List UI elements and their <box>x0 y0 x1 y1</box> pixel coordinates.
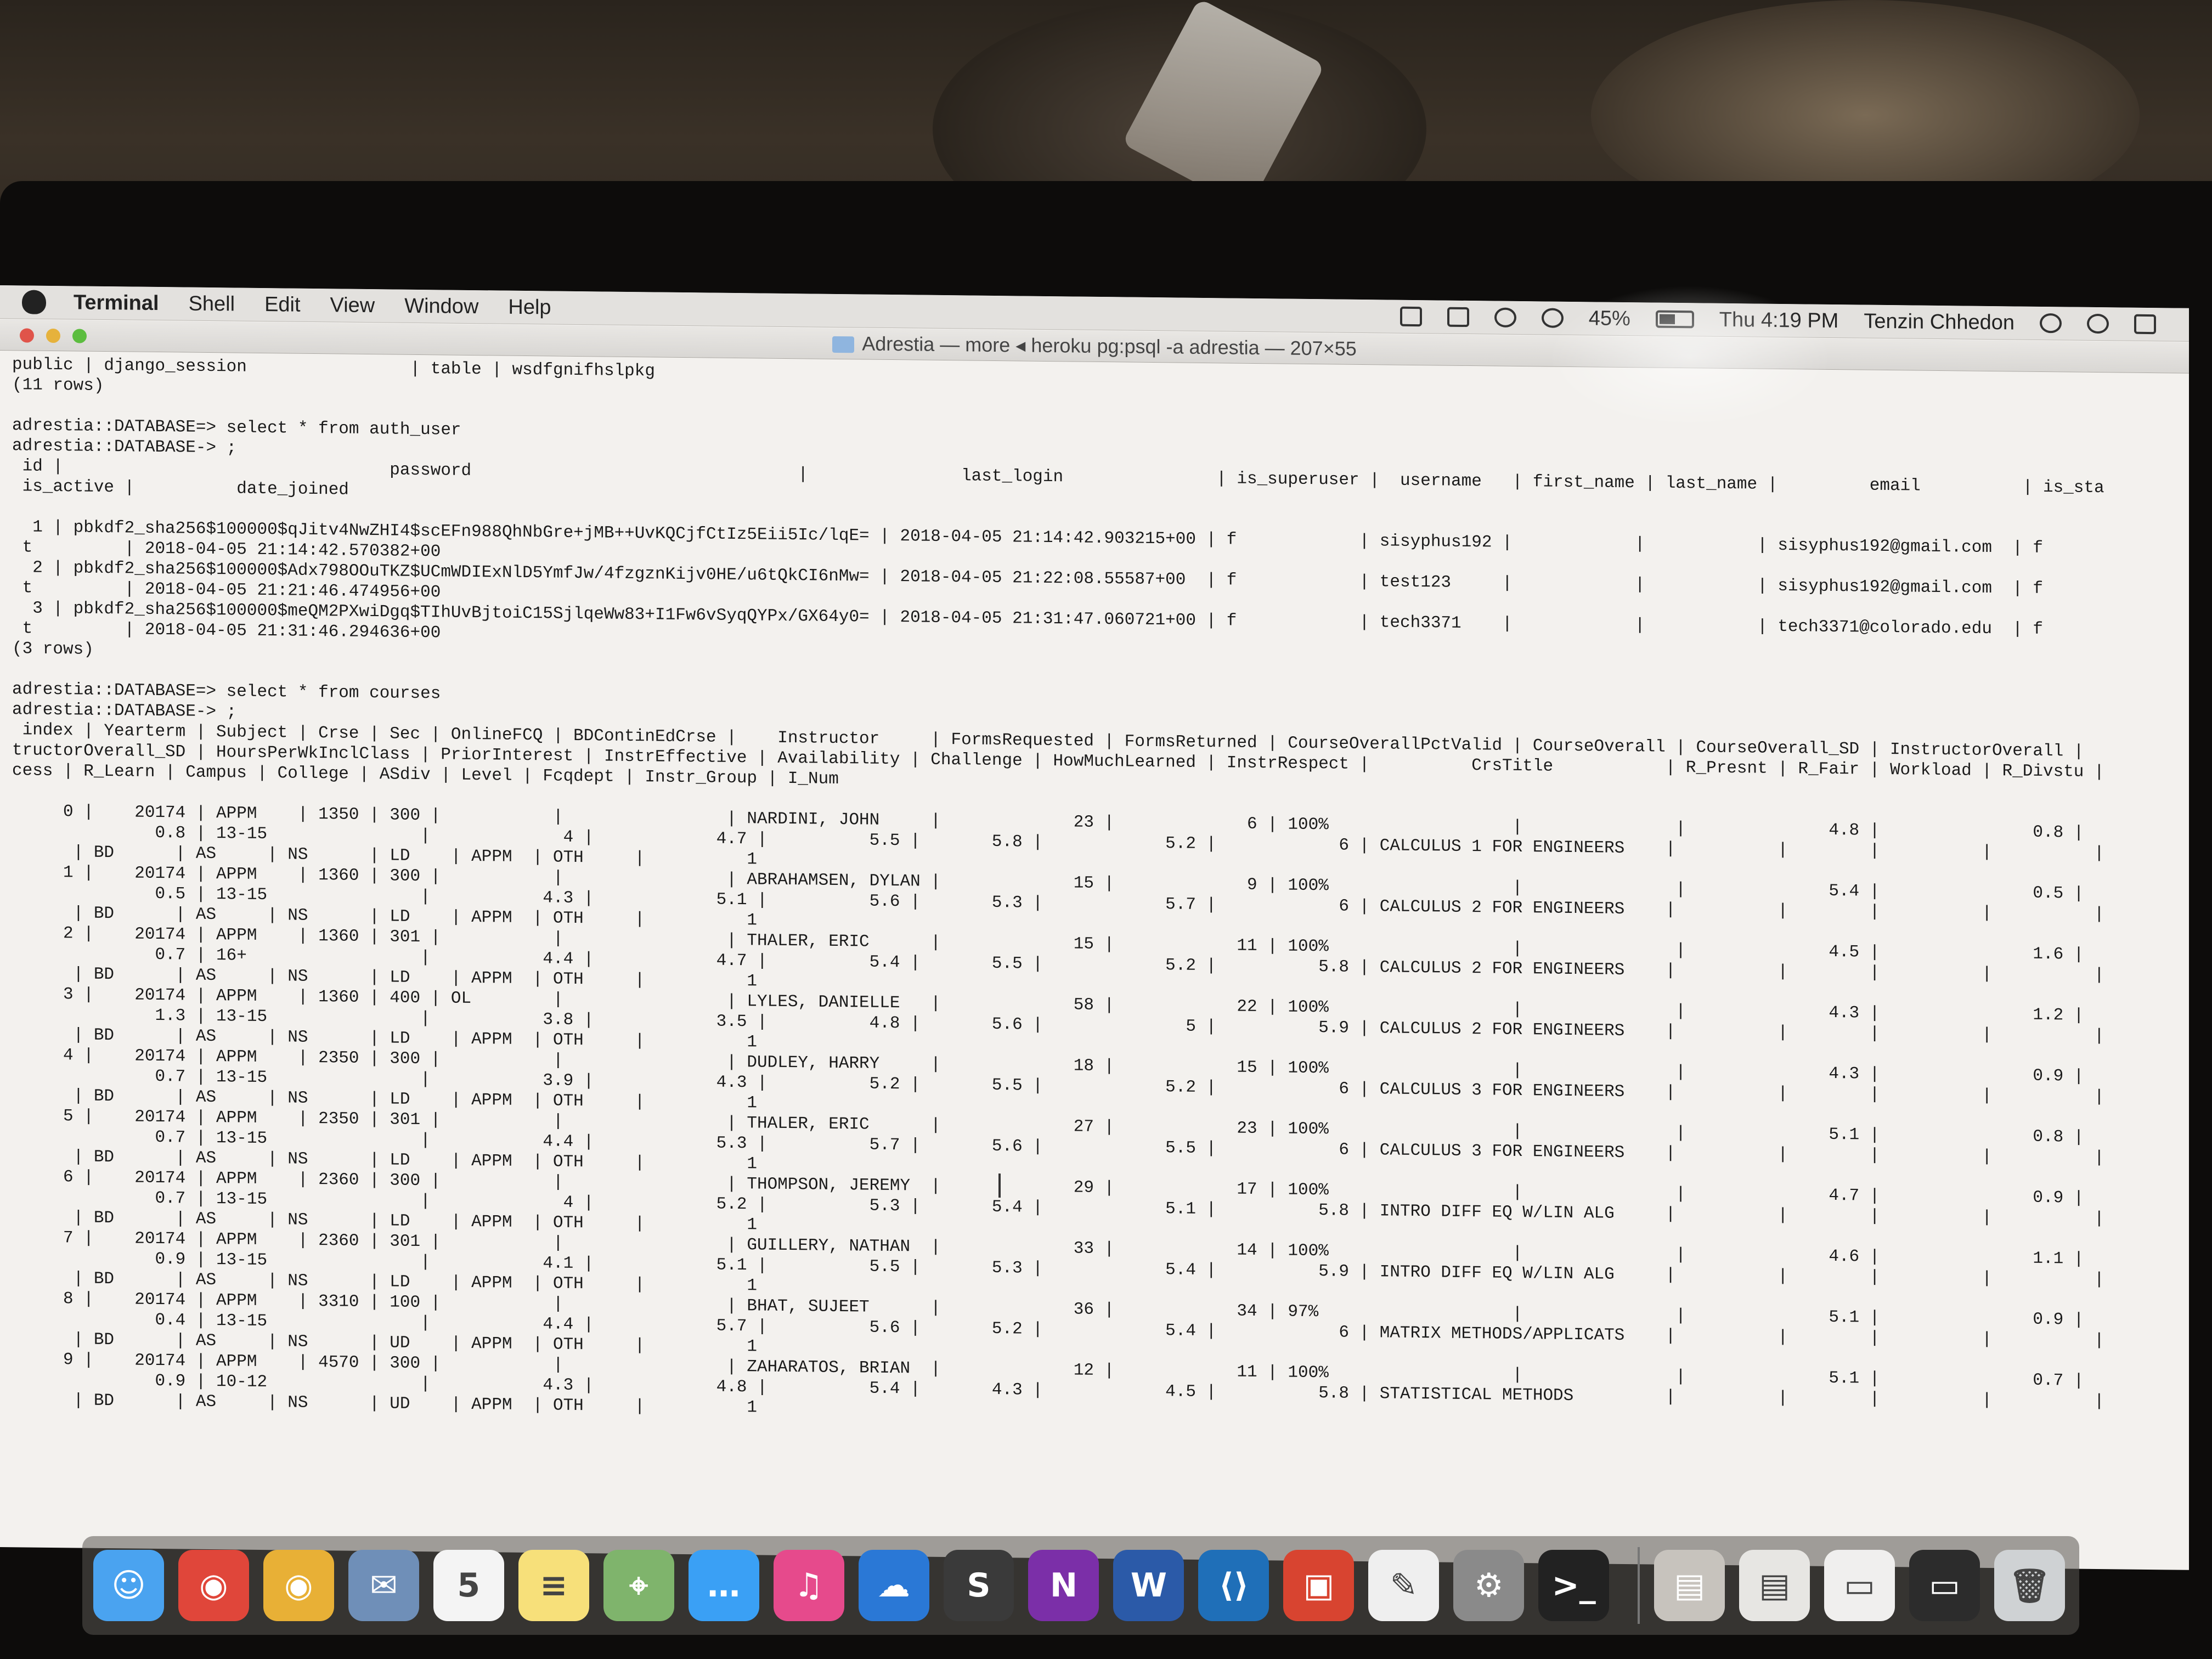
user-name[interactable]: Tenzin Chhedon <box>1864 309 2015 335</box>
folder-icon <box>832 336 855 353</box>
zoom-button[interactable] <box>72 329 87 343</box>
dock-chrome-icon[interactable]: ◉ <box>178 1550 249 1621</box>
dock-messages-icon[interactable]: … <box>688 1550 759 1621</box>
dock-word-icon[interactable]: W <box>1113 1550 1184 1621</box>
dock-system-preferences-icon[interactable]: ⚙ <box>1453 1550 1525 1621</box>
dock-calendar-icon[interactable]: 5 <box>433 1550 504 1621</box>
dock-preview-window-icon[interactable]: ▭ <box>1824 1550 1895 1621</box>
dock-finder-icon[interactable]: ☺ <box>93 1550 164 1621</box>
clock[interactable]: Thu 4:19 PM <box>1719 308 1839 332</box>
dock-trash-icon[interactable]: 🗑 <box>1994 1550 2065 1621</box>
menu-item-shell[interactable]: Shell <box>189 292 235 316</box>
dock-terminal-icon[interactable]: >_ <box>1538 1550 1610 1621</box>
dock-notes-icon[interactable]: ≡ <box>518 1550 589 1621</box>
dock-preview-icon[interactable]: ✉ <box>348 1550 419 1621</box>
laptop-screen: Terminal Shell Edit View Window Help 45%… <box>0 285 2189 1570</box>
battery-percent[interactable]: 45% <box>1589 307 1630 331</box>
apple-menu-icon[interactable] <box>22 290 46 314</box>
dropbox-icon[interactable] <box>1447 307 1469 328</box>
dock-maps-icon[interactable]: ⌖ <box>603 1550 674 1621</box>
dock-onenote-icon[interactable]: N <box>1028 1550 1099 1621</box>
menu-item-edit[interactable]: Edit <box>264 293 300 317</box>
dock-documents-icon[interactable]: ▤ <box>1654 1550 1725 1621</box>
dock-remote-desktop-icon[interactable]: ▣ <box>1283 1550 1355 1621</box>
terminal-output[interactable]: public | django_session | table | wsdfgn… <box>12 354 2179 1556</box>
dock-vs-code-icon[interactable]: ⟨⟩ <box>1198 1550 1269 1621</box>
dock-downloads-icon[interactable]: ▤ <box>1739 1550 1810 1621</box>
close-button[interactable] <box>20 328 34 343</box>
dock-separator <box>1638 1547 1640 1624</box>
dock-textedit-icon[interactable]: ✎ <box>1368 1550 1440 1621</box>
minimize-button[interactable] <box>46 328 60 343</box>
spotlight-search-icon[interactable] <box>2040 313 2062 334</box>
dock-terminal-window-icon[interactable]: ▭ <box>1909 1550 1980 1621</box>
siri-icon[interactable] <box>2087 313 2109 334</box>
dock-onedrive-icon[interactable]: ☁ <box>858 1550 929 1621</box>
notification-center-icon[interactable] <box>2134 314 2156 335</box>
text-cursor-icon <box>998 1173 1001 1198</box>
menu-app-name[interactable]: Terminal <box>74 291 159 315</box>
menu-item-window[interactable]: Window <box>404 294 478 318</box>
battery-icon[interactable] <box>1655 310 1694 329</box>
dock-sublime-text-icon[interactable]: S <box>943 1550 1014 1621</box>
window-title: Adrestia — more ◂ heroku pg:psql -a adre… <box>862 332 1357 360</box>
wifi-icon[interactable] <box>1541 308 1564 328</box>
bluetooth-icon[interactable] <box>1494 307 1516 328</box>
dock-itunes-icon[interactable]: ♫ <box>773 1550 844 1621</box>
menu-item-help[interactable]: Help <box>508 295 551 319</box>
menu-item-view[interactable]: View <box>330 294 375 318</box>
dock-chrome-canary-icon[interactable]: ◉ <box>263 1550 334 1621</box>
screen-share-icon[interactable] <box>1400 306 1422 327</box>
window-controls <box>20 328 99 343</box>
dock: ☺ ◉ ◉ ✉ 5 ≡ ⌖… ♫ ☁ S N W ⟨⟩ ▣ ✎ ⚙ >_ ▤ ▤ ▭ ▭ 🗑 <box>82 1536 2079 1635</box>
